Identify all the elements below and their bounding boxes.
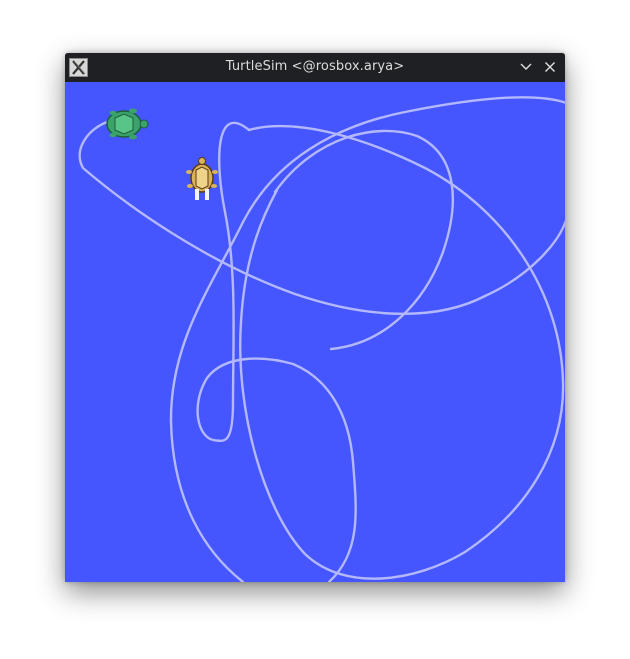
pen-trail <box>273 129 454 351</box>
chevron-down-icon <box>520 63 532 70</box>
window-title: TurtleSim <@rosbox.arya> <box>225 59 405 74</box>
turtle-icon <box>106 108 149 140</box>
minimize-button[interactable] <box>517 58 535 76</box>
turtle-canvas[interactable] <box>65 82 565 582</box>
pen-trail <box>239 124 565 580</box>
title-bar[interactable]: TurtleSim <@rosbox.arya> <box>65 53 565 82</box>
close-icon <box>545 62 555 72</box>
turtlesim-window: TurtleSim <@rosbox.arya> <box>65 53 565 582</box>
close-button[interactable] <box>541 58 559 76</box>
turtle-icon <box>186 157 218 200</box>
